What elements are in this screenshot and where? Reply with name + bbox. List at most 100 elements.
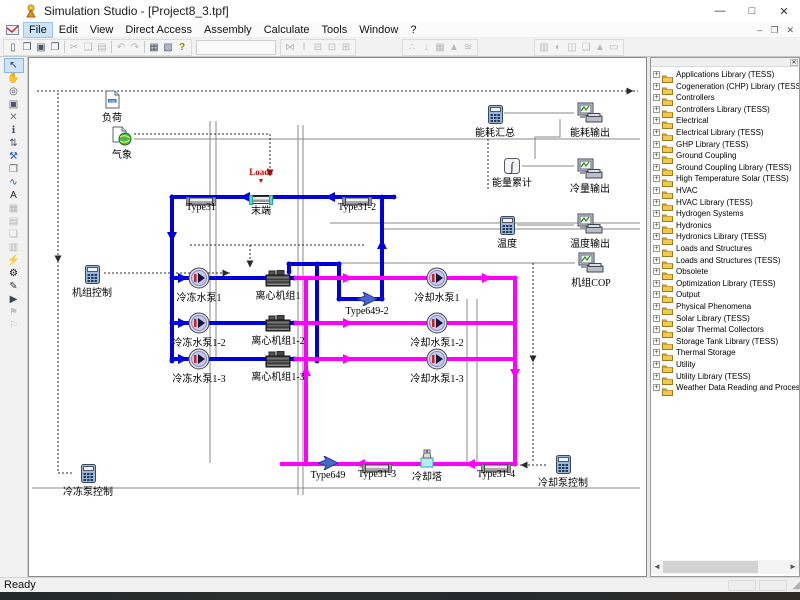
node-temperature[interactable]: [500, 216, 515, 235]
expand-icon[interactable]: +: [653, 141, 660, 148]
node-chiller-1[interactable]: [265, 270, 291, 287]
text-tool[interactable]: A: [5, 189, 23, 202]
print-area-tool[interactable]: ▥: [5, 241, 23, 254]
node-type31[interactable]: [186, 193, 216, 202]
node-chw-pump-1[interactable]: [188, 267, 210, 289]
expand-icon[interactable]: +: [653, 164, 660, 171]
expand-icon[interactable]: +: [653, 338, 660, 345]
new-icon[interactable]: ▯: [6, 40, 20, 55]
expand-icon[interactable]: +: [653, 152, 660, 159]
resize-grip[interactable]: ◢: [792, 580, 800, 591]
run-tool[interactable]: ▶: [5, 293, 23, 306]
library-item-hydronics-library-tess[interactable]: +Hydronics Library (TESS): [651, 231, 799, 242]
expand-icon[interactable]: +: [653, 291, 660, 298]
flag-tool-2[interactable]: ⚐: [5, 319, 23, 332]
node-cooling-tower[interactable]: [419, 449, 435, 468]
node-energy-summary[interactable]: [488, 105, 503, 124]
zoom-in-icon[interactable]: ⊞: [339, 40, 353, 55]
library-item-output[interactable]: +Output: [651, 289, 799, 300]
expand-icon[interactable]: +: [653, 315, 660, 322]
undo-icon[interactable]: ↶: [114, 40, 128, 55]
open-icon[interactable]: ❒: [20, 40, 34, 55]
expand-icon[interactable]: +: [653, 373, 660, 380]
scroll-left-icon[interactable]: ◄: [651, 560, 663, 574]
library-item-loads-and-structures-tess[interactable]: +Loads and Structures (TESS): [651, 255, 799, 266]
node-type31-4[interactable]: [481, 460, 511, 469]
library-item-hydrogen-systems[interactable]: +Hydrogen Systems: [651, 208, 799, 219]
expand-icon[interactable]: +: [653, 187, 660, 194]
node-temperature-output[interactable]: [577, 213, 603, 235]
wrench-tool[interactable]: ⚒: [5, 150, 23, 163]
menu-file[interactable]: File: [24, 23, 52, 37]
library-item-high-temperature-solar-tess[interactable]: +High Temperature Solar (TESS): [651, 173, 799, 184]
delete-tool[interactable]: ✕: [5, 111, 23, 124]
expand-icon[interactable]: +: [653, 268, 660, 275]
copy-icon[interactable]: ❏: [81, 40, 95, 55]
maximize-button[interactable]: □: [736, 0, 768, 22]
library-item-hvac-library-tess[interactable]: +HVAC Library (TESS): [651, 197, 799, 208]
expand-icon[interactable]: +: [653, 361, 660, 368]
panel-close-icon[interactable]: ✕: [790, 59, 798, 66]
expand-icon[interactable]: +: [653, 384, 660, 391]
toolbar-combo-box[interactable]: [196, 40, 276, 55]
window-tool-1[interactable]: ▦: [5, 202, 23, 215]
layers-tool[interactable]: ❏: [5, 228, 23, 241]
expand-icon[interactable]: +: [653, 175, 660, 182]
expand-icon[interactable]: +: [653, 129, 660, 136]
plot-icon[interactable]: ▲: [447, 40, 461, 55]
library-item-ground-coupling-library-tess[interactable]: +Ground Coupling Library (TESS): [651, 162, 799, 173]
library-item-ghp-library-tess[interactable]: +GHP Library (TESS): [651, 139, 799, 150]
zoom-tool[interactable]: ◎: [5, 85, 23, 98]
print-preview-icon[interactable]: ▧: [161, 40, 175, 55]
assembly-tree-icon[interactable]: ∴: [405, 40, 419, 55]
library-item-electrical[interactable]: +Electrical: [651, 115, 799, 126]
node-chiller-1-2[interactable]: [265, 315, 291, 332]
node-unit-control[interactable]: [85, 265, 100, 284]
expand-icon[interactable]: +: [653, 199, 660, 206]
scroll-thumb[interactable]: [663, 561, 758, 573]
probe-tool[interactable]: ⇅: [5, 137, 23, 150]
select-tool[interactable]: ↖: [5, 59, 23, 72]
library-item-electrical-library-tess[interactable]: +Electrical Library (TESS): [651, 127, 799, 138]
library-item-solar-library-tess[interactable]: +Solar Library (TESS): [651, 313, 799, 324]
scroll-right-icon[interactable]: ►: [787, 560, 799, 574]
node-type649-2[interactable]: [357, 292, 377, 306]
library-item-loads-and-structures[interactable]: +Loads and Structures: [651, 243, 799, 254]
special-cards-icon[interactable]: ▲: [593, 40, 607, 55]
library-item-controllers-library-tess[interactable]: +Controllers Library (TESS): [651, 104, 799, 115]
expand-icon[interactable]: +: [653, 106, 660, 113]
node-type31-3[interactable]: [362, 460, 392, 469]
save-icon[interactable]: ▣: [34, 40, 48, 55]
library-item-solar-thermal-collectors[interactable]: +Solar Thermal Collectors: [651, 324, 799, 335]
close-button[interactable]: ✕: [768, 0, 800, 22]
node-chw-pump-1-3[interactable]: [188, 348, 210, 370]
menu-edit[interactable]: Edit: [54, 23, 83, 37]
fit-width-icon[interactable]: ⋈: [283, 40, 297, 55]
library-item-cogeneration-chp-library-tess[interactable]: +Cogeneration (CHP) Library (TESS): [651, 81, 799, 92]
expand-icon[interactable]: +: [653, 94, 660, 101]
menu-tools[interactable]: Tools: [317, 23, 353, 37]
node-chw-pump-control[interactable]: [81, 464, 96, 483]
expand-icon[interactable]: +: [653, 349, 660, 356]
node-type649[interactable]: [318, 456, 338, 470]
expand-icon[interactable]: +: [653, 117, 660, 124]
minimize-button[interactable]: —: [704, 0, 736, 22]
stamp-tool[interactable]: ❐: [5, 163, 23, 176]
mdi-minimize-button[interactable]: –: [757, 25, 762, 35]
node-chw-pump-1-2[interactable]: [188, 312, 210, 334]
node-terminal[interactable]: [249, 192, 273, 202]
node-weather[interactable]: [112, 126, 132, 146]
node-cw-pump-control[interactable]: [556, 455, 571, 474]
library-item-applications-library-tess[interactable]: +Applications Library (TESS): [651, 69, 799, 80]
expand-icon[interactable]: +: [653, 280, 660, 287]
node-load-file[interactable]: USR: [105, 90, 120, 109]
paste-icon[interactable]: ▤: [95, 40, 109, 55]
redo-icon[interactable]: ↷: [128, 40, 142, 55]
derivative-icon[interactable]: ❏: [579, 40, 593, 55]
node-cooling-output[interactable]: [577, 158, 603, 180]
table-icon[interactable]: ▦: [433, 40, 447, 55]
library-item-optimization-library-tess[interactable]: +Optimization Library (TESS): [651, 278, 799, 289]
proforma-icon[interactable]: ▥: [537, 40, 551, 55]
mdi-restore-button[interactable]: ❐: [770, 25, 778, 36]
download-icon[interactable]: ↓: [419, 40, 433, 55]
